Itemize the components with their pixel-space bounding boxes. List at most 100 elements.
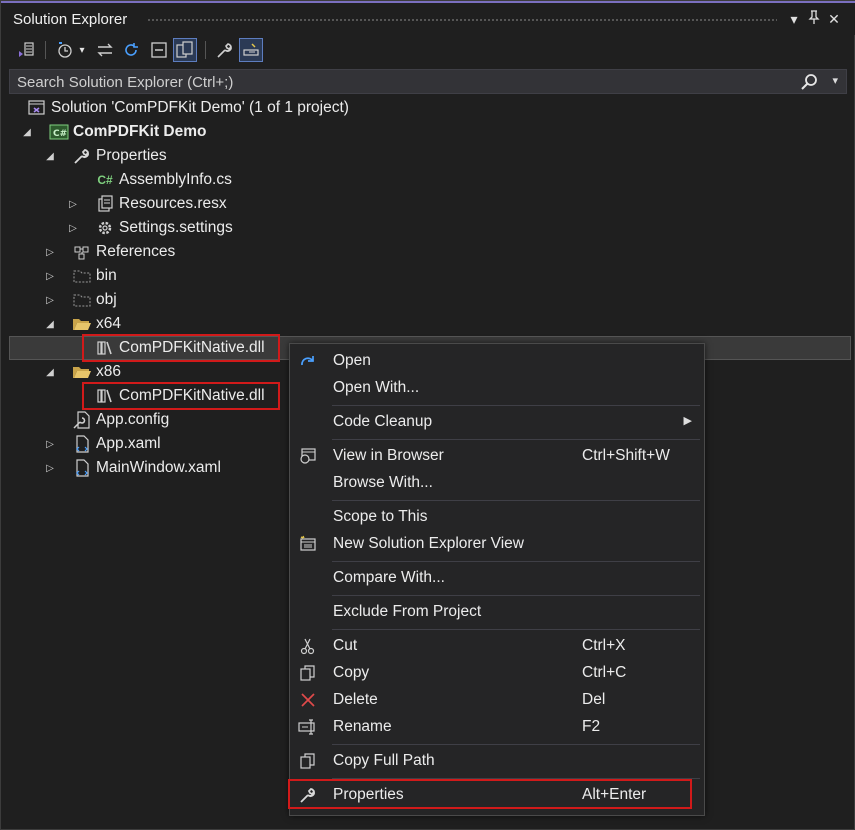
window-title: Solution Explorer (13, 11, 128, 28)
tree-item-references[interactable]: ▷ References (46, 240, 176, 264)
close-button[interactable]: ✕ (825, 9, 843, 29)
menu-item-copy-full-path[interactable]: Copy Full Path (290, 748, 704, 775)
tree-item-project[interactable]: ◢ C# ComPDFKit Demo (23, 120, 206, 144)
csharp-file-icon: C# (97, 173, 113, 187)
tree-item-appxaml[interactable]: ▷ App.xaml (46, 432, 161, 456)
window-options-button[interactable]: ▾ (785, 9, 803, 29)
menu-item-browse-with[interactable]: Browse With... (290, 470, 704, 497)
menu-item-shortcut: Ctrl+X (582, 637, 626, 654)
menu-item-label: Scope to This (333, 508, 428, 525)
properties-toolbar-button[interactable] (213, 38, 237, 62)
menu-separator (332, 405, 700, 406)
menu-item-label: Cut (333, 637, 358, 654)
highlight-box-x64-dll (82, 334, 280, 362)
show-all-files-button[interactable] (173, 38, 197, 62)
menu-item-compare-with[interactable]: Compare With... (290, 565, 704, 592)
tree-item-properties[interactable]: ◢ Properties (46, 144, 167, 168)
search-options-dropdown[interactable]: ▾ (832, 74, 838, 87)
tree-item-settings[interactable]: ▷ Settings.settings (69, 216, 233, 240)
tree-item-x86[interactable]: ◢ x86 (46, 360, 121, 384)
collapsed-arrow-icon[interactable]: ▷ (44, 247, 56, 258)
menu-item-label: View in Browser (333, 447, 444, 464)
menu-item-open-with[interactable]: Open With... (290, 375, 704, 402)
menu-item-cut[interactable]: Cut Ctrl+X (290, 633, 704, 660)
tree-item-label: AssemblyInfo.cs (119, 171, 232, 188)
tree-item-label: bin (96, 267, 117, 284)
menu-item-copy[interactable]: Copy Ctrl+C (290, 660, 704, 687)
expanded-arrow-icon[interactable]: ◢ (44, 151, 56, 162)
open-arrow-icon (298, 351, 318, 371)
menu-item-view-in-browser[interactable]: View in Browser Ctrl+Shift+W (290, 443, 704, 470)
tree-item-label: App.xaml (96, 435, 161, 452)
show-all-files-icon (176, 41, 193, 58)
pin-icon (808, 10, 820, 24)
menu-item-label: Copy Full Path (333, 752, 435, 769)
highlight-box-x86-dll (82, 382, 280, 410)
search-icon[interactable] (800, 73, 818, 96)
tree-item-label: App.config (96, 411, 170, 428)
menu-item-label: Rename (333, 718, 392, 735)
tree-item-label: MainWindow.xaml (96, 459, 221, 476)
open-folder-icon (72, 363, 92, 381)
expanded-arrow-icon[interactable]: ◢ (44, 367, 56, 378)
solution-icon (27, 99, 47, 117)
menu-item-label: Open (333, 352, 371, 369)
collapsed-arrow-icon[interactable]: ▷ (44, 295, 56, 306)
svg-text:C#: C# (53, 129, 67, 139)
tree-item-label: References (96, 243, 176, 260)
tree-item-assemblyinfo[interactable]: C# AssemblyInfo.cs (95, 168, 232, 192)
pending-changes-filter-button[interactable] (53, 38, 77, 62)
menu-separator (332, 595, 700, 596)
switch-views-button[interactable] (15, 38, 39, 62)
menu-item-shortcut: F2 (582, 718, 601, 735)
expanded-arrow-icon[interactable]: ◢ (44, 319, 56, 330)
filter-dropdown-button[interactable]: ▾ (75, 38, 89, 62)
title-grip[interactable] (147, 18, 777, 23)
preview-selected-items-button[interactable] (239, 38, 263, 62)
menu-item-exclude[interactable]: Exclude From Project (290, 599, 704, 626)
tree-item-solution[interactable]: Solution 'ComPDFKit Demo' (1 of 1 projec… (27, 96, 349, 120)
menu-separator (332, 500, 700, 501)
menu-separator (332, 744, 700, 745)
menu-item-rename[interactable]: Rename F2 (290, 714, 704, 741)
menu-item-label: Code Cleanup (333, 413, 433, 430)
tree-item-bin[interactable]: ▷ bin (46, 264, 117, 288)
references-icon (72, 243, 92, 261)
tree-item-x64[interactable]: ◢ x64 (46, 312, 121, 336)
collapsed-arrow-icon[interactable]: ▷ (44, 463, 56, 474)
tree-item-obj[interactable]: ▷ obj (46, 288, 117, 312)
search-box[interactable]: Search Solution Explorer (Ctrl+;) ▾ (9, 69, 847, 94)
hidden-folder-icon (72, 291, 92, 309)
collapse-all-button[interactable] (147, 38, 171, 62)
pin-button[interactable] (805, 9, 823, 29)
collapsed-arrow-icon[interactable]: ▷ (44, 271, 56, 282)
menu-item-shortcut: Ctrl+C (582, 664, 627, 681)
tree-item-appconfig[interactable]: App.config (72, 408, 169, 432)
menu-item-label: Delete (333, 691, 378, 708)
rename-icon (298, 717, 318, 737)
collapsed-arrow-icon[interactable]: ▷ (44, 439, 56, 450)
wrench-icon (72, 147, 92, 165)
tree-item-label: x86 (96, 363, 121, 380)
title-bar: Solution Explorer ▾ ✕ (1, 1, 855, 35)
browser-icon (298, 446, 318, 466)
copy-icon (298, 751, 318, 771)
collapsed-arrow-icon[interactable]: ▷ (67, 223, 79, 234)
menu-item-open[interactable]: Open (290, 348, 704, 375)
collapsed-arrow-icon[interactable]: ▷ (67, 199, 79, 210)
menu-item-delete[interactable]: Delete Del (290, 687, 704, 714)
menu-item-label: New Solution Explorer View (333, 535, 524, 552)
tree-item-mainwindow[interactable]: ▷ MainWindow.xaml (46, 456, 221, 480)
menu-item-new-view[interactable]: New Solution Explorer View (290, 531, 704, 558)
menu-item-shortcut: Ctrl+Shift+W (582, 447, 670, 464)
scissors-icon (298, 636, 318, 656)
expanded-arrow-icon[interactable]: ◢ (21, 127, 33, 138)
tree-item-resources[interactable]: ▷ Resources.resx (69, 192, 227, 216)
menu-item-shortcut: Del (582, 691, 606, 708)
search-input[interactable]: Search Solution Explorer (Ctrl+;) (17, 74, 233, 91)
menu-item-code-cleanup[interactable]: Code Cleanup ▶ (290, 409, 704, 436)
sync-with-active-document-button[interactable] (93, 38, 117, 62)
refresh-button[interactable] (119, 38, 143, 62)
menu-item-scope-to-this[interactable]: Scope to This (290, 504, 704, 531)
highlight-box-properties (288, 779, 692, 809)
